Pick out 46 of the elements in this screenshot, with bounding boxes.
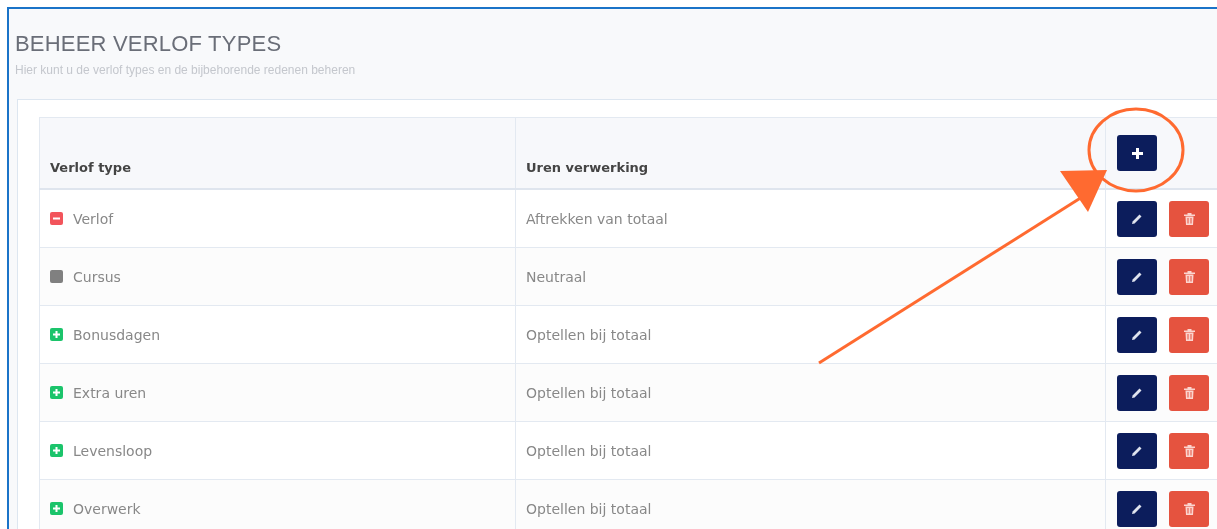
- pencil-icon: [1131, 386, 1143, 399]
- trash-icon: [1183, 444, 1195, 457]
- edit-button[interactable]: [1117, 490, 1157, 527]
- delete-button[interactable]: [1169, 432, 1209, 469]
- plus-square-icon: [50, 444, 63, 457]
- delete-button[interactable]: [1169, 490, 1209, 527]
- edit-button[interactable]: [1117, 432, 1157, 469]
- pencil-icon: [1131, 212, 1143, 225]
- edit-button[interactable]: [1117, 200, 1157, 237]
- plus-square-icon: [50, 386, 63, 399]
- column-header: Verlof type: [39, 117, 516, 189]
- leave-type-name: Cursus: [73, 268, 121, 285]
- page-title: BEHEER VERLOF TYPES: [15, 31, 283, 57]
- trash-icon: [1183, 386, 1195, 399]
- delete-button[interactable]: [1169, 316, 1209, 353]
- table-cell: Neutraal: [515, 247, 1106, 306]
- edit-button[interactable]: [1117, 316, 1157, 353]
- table-cell: Optellen bij totaal: [515, 363, 1106, 422]
- table-cell: Optellen bij totaal: [515, 305, 1106, 364]
- table-cell: Optellen bij totaal: [515, 421, 1106, 480]
- trash-icon: [1183, 502, 1195, 515]
- trash-icon: [1183, 270, 1195, 283]
- pencil-icon: [1131, 328, 1143, 341]
- column-header: Uren verwerking: [515, 117, 1106, 189]
- leave-type-name: Bonusdagen: [73, 326, 161, 343]
- trash-icon: [1183, 328, 1195, 341]
- edit-button[interactable]: [1117, 258, 1157, 295]
- pencil-icon: [1131, 502, 1143, 515]
- table-cell: Optellen bij totaal: [515, 479, 1106, 529]
- plus-square-icon: [50, 328, 63, 341]
- delete-button[interactable]: [1169, 258, 1209, 295]
- edit-button[interactable]: [1117, 374, 1157, 411]
- plus-icon: [1131, 147, 1143, 159]
- plus-square-icon: [50, 502, 63, 515]
- delete-button[interactable]: [1169, 200, 1209, 237]
- leave-type-name: Overwerk: [73, 500, 141, 517]
- delete-button[interactable]: [1169, 374, 1209, 411]
- pencil-icon: [1131, 270, 1143, 283]
- leave-type-name: Levensloop: [73, 442, 153, 459]
- add-button[interactable]: [1117, 135, 1157, 171]
- trash-icon: [1183, 212, 1195, 225]
- leave-type-name: Extra uren: [73, 384, 147, 401]
- square-icon: [50, 270, 63, 283]
- minus-square-icon: [50, 212, 63, 225]
- leave-type-name: Verlof: [73, 210, 114, 227]
- pencil-icon: [1131, 444, 1143, 457]
